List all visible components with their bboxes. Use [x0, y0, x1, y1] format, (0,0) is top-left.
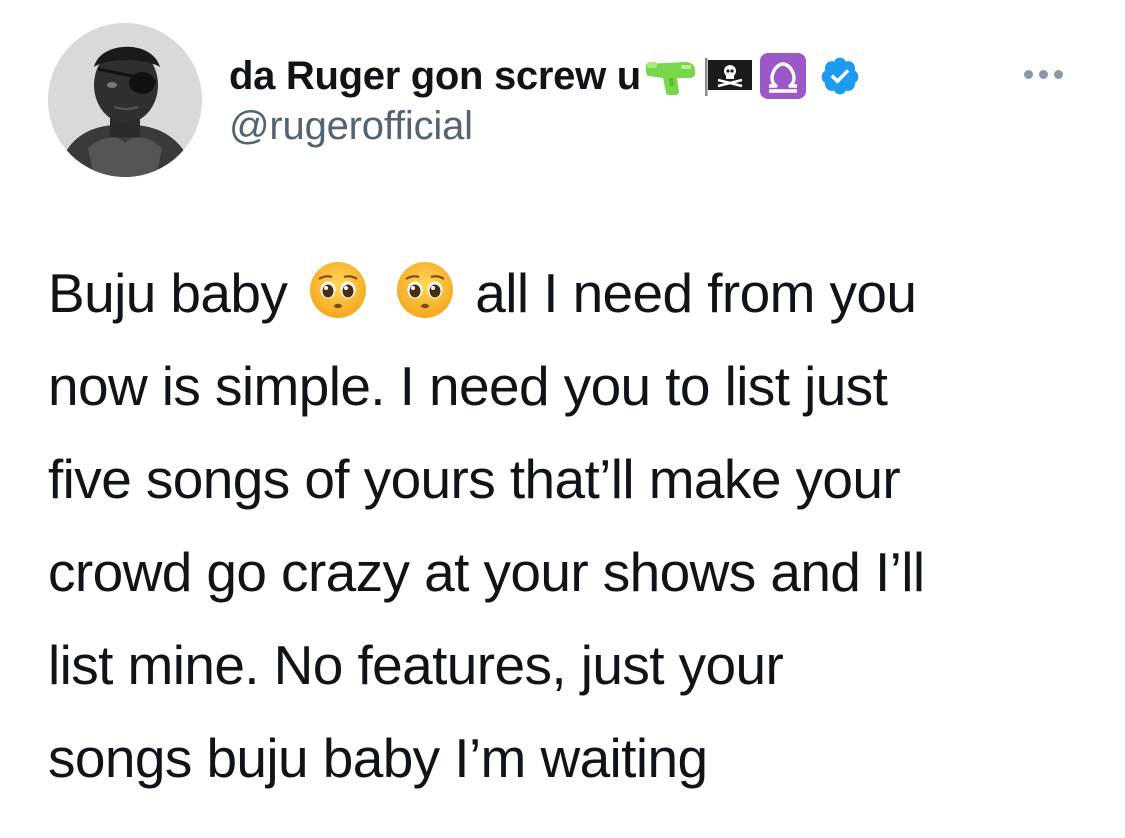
verified-badge-icon: [819, 55, 861, 97]
tweet-line-2: now is simple. I need you to list just: [48, 355, 888, 417]
tweet-text-segment: Buju baby: [48, 262, 288, 324]
more-dot: [1054, 70, 1063, 79]
avatar[interactable]: [48, 23, 202, 177]
more-horizontal-icon[interactable]: [1024, 70, 1063, 79]
tweet-line-4: crowd go crazy at your shows and I’ll: [48, 541, 925, 603]
tweet-line-6: songs buju baby I’m waiting: [48, 727, 708, 789]
more-dot: [1039, 70, 1048, 79]
more-dot: [1024, 70, 1033, 79]
handle[interactable]: @rugerofficial: [229, 104, 861, 149]
tweet-line-3: five songs of yours that’ll make your: [48, 448, 901, 510]
libra-icon: [759, 52, 807, 100]
tweet-line-1: Buju baby all I need from you: [48, 247, 1088, 340]
tweet-text-segment: all I need from you: [475, 262, 917, 324]
name-row: da Ruger gon screw u: [229, 52, 861, 100]
tweet-line-5: list mine. No features, just your: [48, 634, 784, 696]
avatar-image: [48, 23, 202, 177]
water-pistol-icon: [645, 56, 699, 96]
tweet-text: Buju baby all I need from you now is sim…: [48, 247, 1088, 805]
pirate-flag-icon: [703, 55, 755, 97]
tweet: da Ruger gon screw u @rugerofficial Buju…: [0, 0, 1125, 838]
pleading-face-icon: [395, 260, 455, 320]
tweet-header: da Ruger gon screw u @rugerofficial: [229, 52, 861, 149]
display-name[interactable]: da Ruger gon screw u: [229, 54, 641, 99]
pleading-face-icon: [308, 260, 368, 320]
